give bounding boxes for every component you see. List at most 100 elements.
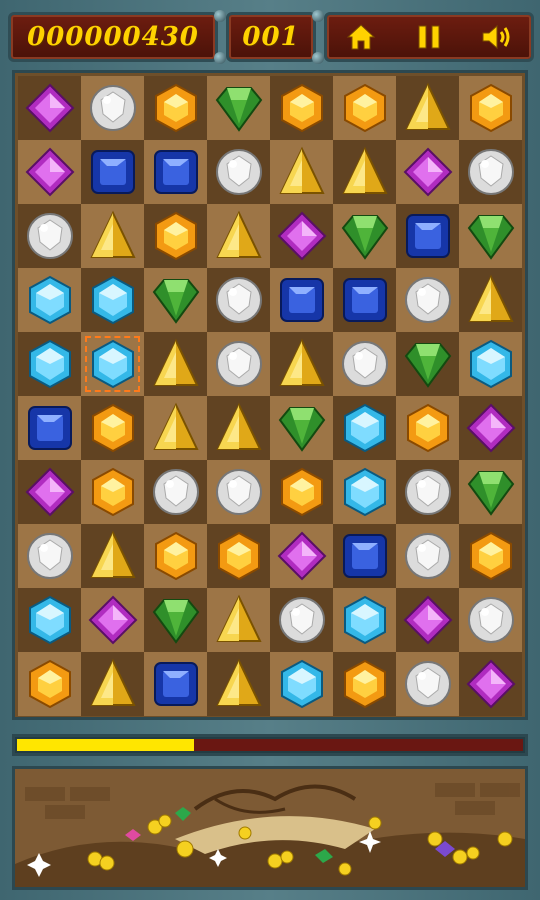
- gem-cell[interactable]: [396, 332, 459, 396]
- gem-cell[interactable]: [270, 588, 333, 652]
- gem-cell[interactable]: [144, 76, 207, 140]
- gem-cell[interactable]: [396, 524, 459, 588]
- gem-cell[interactable]: [459, 76, 522, 140]
- gem-cell[interactable]: [270, 332, 333, 396]
- gem-cell[interactable]: [396, 460, 459, 524]
- gem-cell[interactable]: [81, 588, 144, 652]
- white-gem-icon: [278, 597, 325, 643]
- gem-cell[interactable]: [207, 588, 270, 652]
- pause-button[interactable]: [407, 17, 451, 57]
- gem-cell[interactable]: [333, 268, 396, 332]
- gem-cell[interactable]: [333, 140, 396, 204]
- gem-cell[interactable]: [333, 204, 396, 268]
- gem-cell[interactable]: [144, 204, 207, 268]
- gem-cell[interactable]: [396, 268, 459, 332]
- gem-cell[interactable]: [207, 396, 270, 460]
- gem-cell[interactable]: [333, 588, 396, 652]
- gem-cell[interactable]: [459, 652, 522, 716]
- gem-cell[interactable]: [144, 332, 207, 396]
- gem-cell[interactable]: [207, 332, 270, 396]
- gem-cell[interactable]: [81, 140, 144, 204]
- gem-cell[interactable]: [396, 76, 459, 140]
- gem-cell[interactable]: [270, 268, 333, 332]
- gem-cell[interactable]: [81, 204, 144, 268]
- gem-cell[interactable]: [144, 524, 207, 588]
- white-gem-icon: [26, 213, 73, 259]
- purple-gem-icon: [277, 531, 326, 581]
- gem-cell[interactable]: [396, 204, 459, 268]
- level-progress-bar: [12, 734, 528, 756]
- gem-cell[interactable]: [81, 268, 144, 332]
- gem-cell[interactable]: [270, 204, 333, 268]
- moves-display: 001: [226, 12, 316, 62]
- gem-cell[interactable]: [459, 140, 522, 204]
- gem-cell[interactable]: [270, 140, 333, 204]
- gem-cell[interactable]: [18, 652, 81, 716]
- gem-cell[interactable]: [18, 268, 81, 332]
- gem-cell[interactable]: [207, 460, 270, 524]
- gem-cell[interactable]: [459, 268, 522, 332]
- gem-cell[interactable]: [144, 396, 207, 460]
- gem-cell[interactable]: [333, 524, 396, 588]
- gem-cell[interactable]: [459, 524, 522, 588]
- gem-cell[interactable]: [144, 268, 207, 332]
- gem-cell[interactable]: [459, 396, 522, 460]
- yellow-gem-icon: [89, 530, 136, 578]
- gem-cell[interactable]: [144, 588, 207, 652]
- gem-cell[interactable]: [270, 524, 333, 588]
- controls-panel: [324, 12, 534, 62]
- blue-gem-icon: [153, 662, 198, 706]
- gem-cell[interactable]: [333, 76, 396, 140]
- home-button[interactable]: [339, 17, 383, 57]
- gem-cell[interactable]: [207, 76, 270, 140]
- gem-cell[interactable]: [18, 332, 81, 396]
- gem-cell[interactable]: [81, 76, 144, 140]
- gem-cell[interactable]: [396, 396, 459, 460]
- gem-cell[interactable]: [270, 460, 333, 524]
- gem-cell[interactable]: [207, 268, 270, 332]
- gem-cell[interactable]: [144, 460, 207, 524]
- gem-cell[interactable]: [81, 460, 144, 524]
- gem-cell[interactable]: [207, 652, 270, 716]
- gem-cell[interactable]: [270, 396, 333, 460]
- gem-cell[interactable]: [207, 204, 270, 268]
- gem-cell[interactable]: [81, 652, 144, 716]
- gem-cell[interactable]: [396, 588, 459, 652]
- gem-cell[interactable]: [333, 460, 396, 524]
- sound-button[interactable]: [475, 17, 519, 57]
- gem-cell[interactable]: [333, 332, 396, 396]
- orange-gem-icon: [91, 403, 134, 453]
- gem-cell[interactable]: [333, 652, 396, 716]
- gem-cell[interactable]: [396, 652, 459, 716]
- green-gem-icon: [215, 87, 262, 132]
- bolt-decoration: [312, 10, 324, 22]
- cyan-gem-icon: [91, 275, 134, 325]
- gem-cell[interactable]: [144, 652, 207, 716]
- gem-cell[interactable]: [81, 332, 144, 396]
- gem-cell[interactable]: [459, 588, 522, 652]
- gem-cell[interactable]: [459, 332, 522, 396]
- gem-cell[interactable]: [207, 140, 270, 204]
- gem-cell[interactable]: [18, 460, 81, 524]
- gem-cell[interactable]: [18, 524, 81, 588]
- gem-cell[interactable]: [18, 140, 81, 204]
- gem-cell[interactable]: [270, 76, 333, 140]
- gem-cell[interactable]: [18, 76, 81, 140]
- gem-cell[interactable]: [81, 524, 144, 588]
- gem-cell[interactable]: [333, 396, 396, 460]
- gem-cell[interactable]: [396, 140, 459, 204]
- white-gem-icon: [467, 149, 514, 195]
- gem-cell[interactable]: [18, 204, 81, 268]
- home-icon: [346, 24, 376, 50]
- gem-cell[interactable]: [207, 524, 270, 588]
- yellow-gem-icon: [467, 274, 514, 322]
- gem-cell[interactable]: [144, 140, 207, 204]
- gem-cell[interactable]: [18, 396, 81, 460]
- orange-gem-icon: [28, 659, 71, 709]
- gem-cell[interactable]: [81, 396, 144, 460]
- gem-cell[interactable]: [18, 588, 81, 652]
- gem-cell[interactable]: [459, 204, 522, 268]
- gem-cell[interactable]: [459, 460, 522, 524]
- green-gem-icon: [341, 215, 388, 260]
- gem-cell[interactable]: [270, 652, 333, 716]
